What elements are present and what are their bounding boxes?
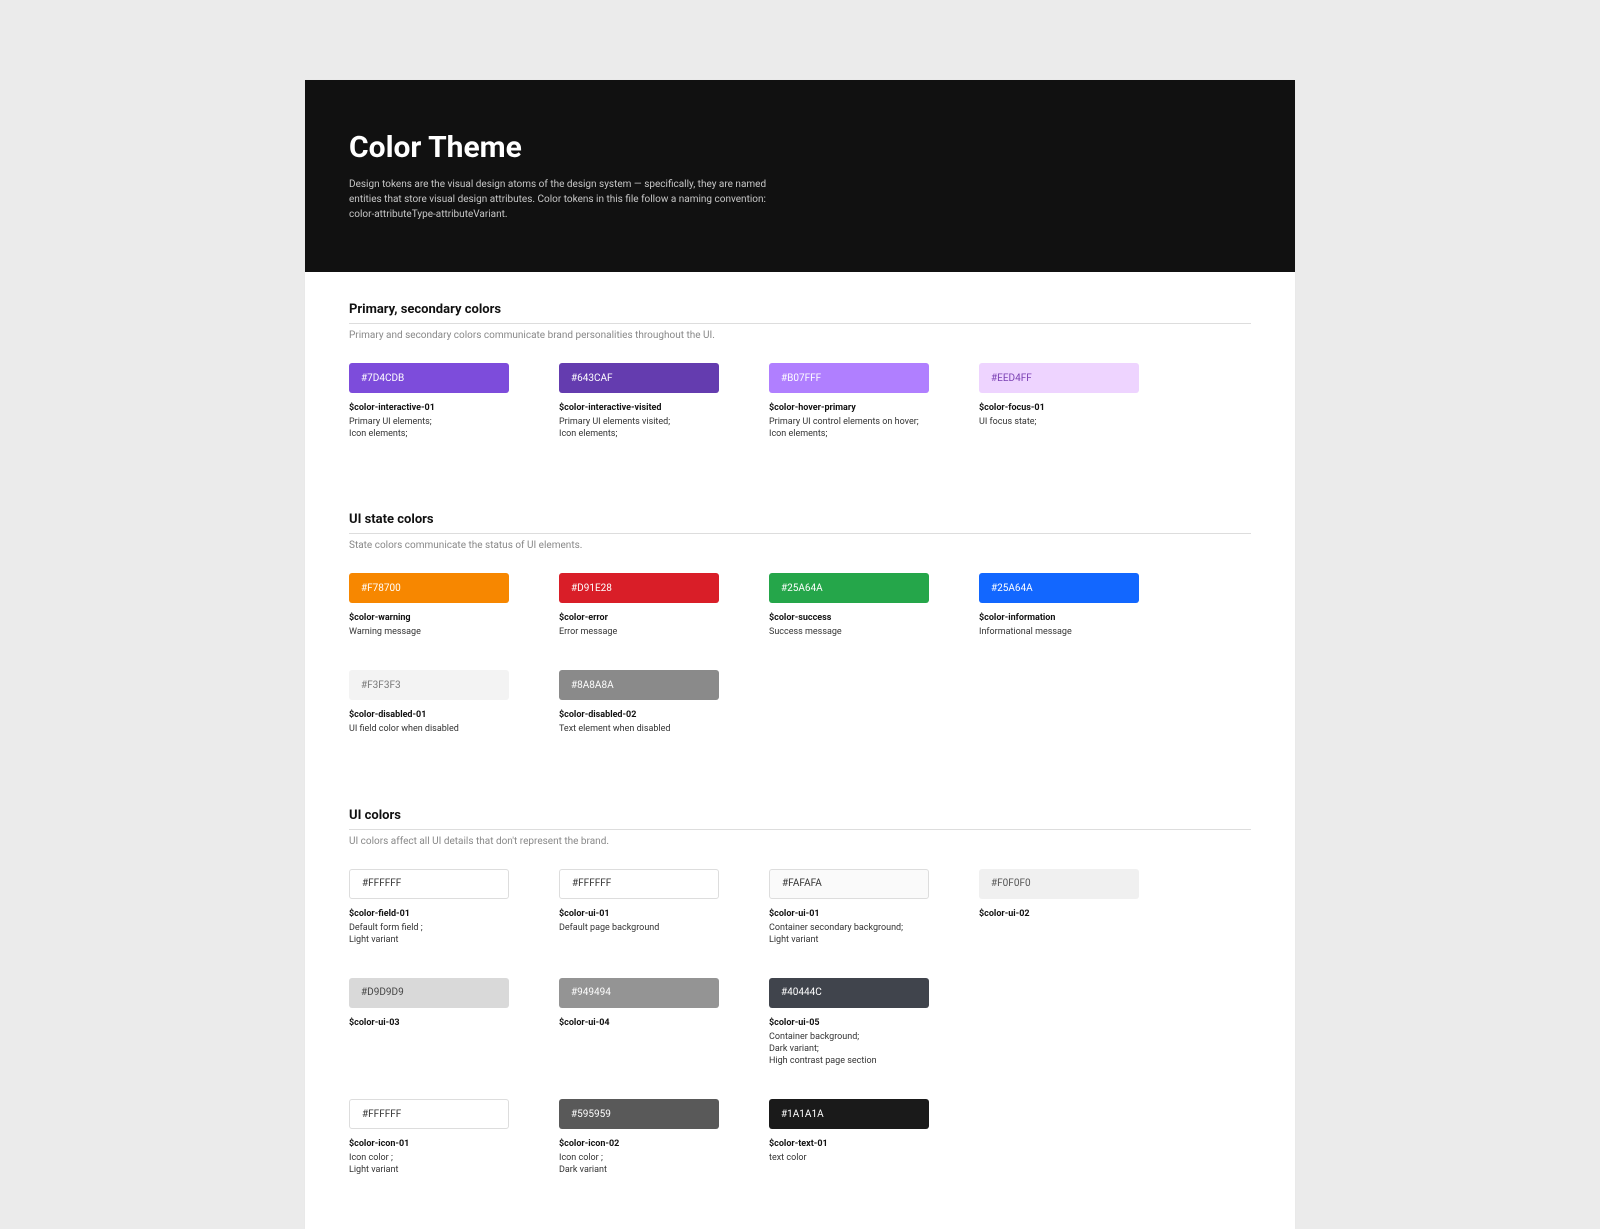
token-desc: text color	[769, 1152, 929, 1164]
section-title: UI state colors	[349, 512, 1251, 527]
swatch-block: #7D4CDB $color-interactive-01 Primary UI e…	[349, 363, 509, 440]
color-chip: #FFFFFF	[349, 1099, 509, 1129]
color-chip: #F0F0F0	[979, 869, 1139, 899]
page-title: Color Theme	[349, 130, 1251, 165]
color-chip: #643CAF	[559, 363, 719, 393]
color-chip: #F78700	[349, 573, 509, 603]
token-desc: Container background; Dark variant; High…	[769, 1031, 929, 1067]
token-name: $color-hover-primary	[769, 403, 929, 413]
token-name: $color-success	[769, 613, 929, 623]
section: Primary, secondary colors Primary and sec…	[349, 302, 1251, 452]
color-chip: #40444C	[769, 978, 929, 1008]
color-chip: #B07FFF	[769, 363, 929, 393]
swatch-block: #FFFFFF $color-field-01 Default form field…	[349, 869, 509, 946]
token-desc: UI focus state;	[979, 416, 1139, 428]
token-name: $color-ui-05	[769, 1018, 929, 1028]
color-chip: #FFFFFF	[559, 869, 719, 899]
section-subtitle: Primary and secondary colors communicate…	[349, 330, 1251, 341]
token-name: $color-interactive-visited	[559, 403, 719, 413]
swatch-grid: #7D4CDB $color-interactive-01 Primary UI e…	[349, 363, 1251, 452]
color-chip: #D91E28	[559, 573, 719, 603]
page-header: Color Theme Design tokens are the visual…	[305, 80, 1295, 272]
token-desc: UI field color when disabled	[349, 723, 509, 735]
color-chip: #25A64A	[979, 573, 1139, 603]
token-name: $color-ui-04	[559, 1018, 719, 1028]
color-chip: #D9D9D9	[349, 978, 509, 1008]
swatch-block: #F3F3F3 $color-disabled-01 UI field color …	[349, 670, 509, 735]
token-desc: Default page background	[559, 922, 719, 934]
token-name: $color-interactive-01	[349, 403, 509, 413]
color-chip: #EED4FF	[979, 363, 1139, 393]
swatch-block: #FFFFFF $color-ui-01 Default page backgrou…	[559, 869, 719, 946]
swatch-block: #EED4FF $color-focus-01 UI focus state;	[979, 363, 1139, 440]
swatch-grid: #FFFFFF $color-field-01 Default form field…	[349, 869, 1251, 1189]
swatch-block: #D91E28 $color-error Error message	[559, 573, 719, 638]
swatch-block: #B07FFF $color-hover-primary Primary UI co…	[769, 363, 929, 440]
color-chip: #FAFAFA	[769, 869, 929, 899]
swatch-block: #D9D9D9 $color-ui-03	[349, 978, 509, 1067]
token-name: $color-disabled-01	[349, 710, 509, 720]
color-chip: #1A1A1A	[769, 1099, 929, 1129]
swatch-block: #8A8A8A $color-disabled-02 Text element wh…	[559, 670, 719, 735]
swatch-block: #25A64A $color-information Informational m…	[979, 573, 1139, 638]
swatch-grid: #F78700 $color-warning Warning message #D91…	[349, 573, 1251, 747]
token-name: $color-icon-02	[559, 1139, 719, 1149]
swatch-block: #F78700 $color-warning Warning message	[349, 573, 509, 638]
color-chip: #F3F3F3	[349, 670, 509, 700]
token-desc: Default form field ; Light variant	[349, 922, 509, 946]
color-chip: #7D4CDB	[349, 363, 509, 393]
token-desc: Primary UI elements; Icon elements;	[349, 416, 509, 440]
page: Color Theme Design tokens are the visual…	[305, 80, 1295, 1229]
token-name: $color-ui-01	[559, 909, 719, 919]
swatch-block: #643CAF $color-interactive-visited Primary…	[559, 363, 719, 440]
token-name: $color-field-01	[349, 909, 509, 919]
section-rule	[349, 829, 1251, 830]
token-name: $color-disabled-02	[559, 710, 719, 720]
token-name: $color-error	[559, 613, 719, 623]
color-chip: #8A8A8A	[559, 670, 719, 700]
color-chip: #FFFFFF	[349, 869, 509, 899]
swatch-block: #FAFAFA $color-ui-01 Container secondary b…	[769, 869, 929, 946]
section: UI colors UI colors affect all UI details…	[349, 808, 1251, 1189]
token-name: $color-information	[979, 613, 1139, 623]
page-content: Primary, secondary colors Primary and sec…	[305, 272, 1295, 1229]
token-desc: Success message	[769, 626, 929, 638]
token-desc: Informational message	[979, 626, 1139, 638]
section-title: UI colors	[349, 808, 1251, 823]
section-rule	[349, 323, 1251, 324]
swatch-block: #1A1A1A $color-text-01 text color	[769, 1099, 929, 1176]
token-name: $color-ui-01	[769, 909, 929, 919]
token-desc: Error message	[559, 626, 719, 638]
token-name: $color-focus-01	[979, 403, 1139, 413]
token-desc: Container secondary background; Light va…	[769, 922, 929, 946]
token-desc: Icon color ; Light variant	[349, 1152, 509, 1176]
swatch-block: #F0F0F0 $color-ui-02	[979, 869, 1139, 946]
section-subtitle: UI colors affect all UI details that don…	[349, 836, 1251, 847]
color-chip: #595959	[559, 1099, 719, 1129]
token-name: $color-ui-03	[349, 1018, 509, 1028]
token-name: $color-ui-02	[979, 909, 1139, 919]
swatch-block: #949494 $color-ui-04	[559, 978, 719, 1067]
token-desc: Warning message	[349, 626, 509, 638]
token-desc: Text element when disabled	[559, 723, 719, 735]
section-title: Primary, secondary colors	[349, 302, 1251, 317]
page-subtitle: Design tokens are the visual design atom…	[349, 177, 779, 222]
swatch-block: #FFFFFF $color-icon-01 Icon color ; Light …	[349, 1099, 509, 1176]
section-rule	[349, 533, 1251, 534]
token-name: $color-text-01	[769, 1139, 929, 1149]
section-subtitle: State colors communicate the status of U…	[349, 540, 1251, 551]
swatch-block: #40444C $color-ui-05 Container background;…	[769, 978, 929, 1067]
token-name: $color-icon-01	[349, 1139, 509, 1149]
section: UI state colors State colors communicate …	[349, 512, 1251, 747]
color-chip: #25A64A	[769, 573, 929, 603]
token-desc: Primary UI control elements on hover; Ic…	[769, 416, 929, 440]
swatch-block: #25A64A $color-success Success message	[769, 573, 929, 638]
token-desc: Icon color ; Dark variant	[559, 1152, 719, 1176]
color-chip: #949494	[559, 978, 719, 1008]
token-name: $color-warning	[349, 613, 509, 623]
token-desc: Primary UI elements visited; Icon elemen…	[559, 416, 719, 440]
swatch-block: #595959 $color-icon-02 Icon color ; Dark v…	[559, 1099, 719, 1176]
